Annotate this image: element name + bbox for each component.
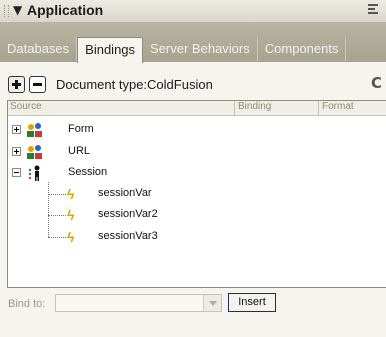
tree-item-label: Form — [68, 123, 94, 135]
expand-toggle-icon[interactable] — [12, 147, 21, 156]
panel-options-menu-icon[interactable] — [368, 4, 380, 16]
column-header-binding[interactable]: Binding — [234, 101, 320, 115]
drag-grip-icon[interactable] — [4, 5, 9, 17]
tree-item-sessionvar[interactable]: ϟ sessionVar — [8, 185, 386, 203]
lightning-icon: ϟ — [67, 229, 75, 245]
column-header-format[interactable]: Format — [318, 101, 386, 115]
bind-footer: Bind to: Insert — [0, 288, 386, 337]
tree-item-label: sessionVar3 — [98, 230, 158, 242]
application-panel: ▼ Application Databases Bindings Server … — [0, 0, 386, 337]
collapse-toggle-icon[interactable] — [12, 168, 21, 177]
lightning-icon: ϟ — [67, 207, 75, 223]
bindings-list[interactable]: Source Binding Format Form URL Session ϟ… — [7, 100, 386, 288]
tree-item-url[interactable]: URL — [8, 143, 386, 161]
refresh-icon[interactable]: C — [371, 74, 382, 92]
tree-item-label: Session — [68, 166, 108, 178]
form-icon — [27, 123, 42, 137]
tab-server-behaviors[interactable]: Server Behaviors — [143, 37, 258, 61]
chevron-down-icon[interactable] — [203, 295, 221, 311]
bind-to-label: Bind to: — [8, 298, 46, 310]
tab-databases[interactable]: Databases — [0, 37, 78, 61]
tree-item-label: sessionVar — [98, 187, 152, 199]
session-icon — [28, 165, 40, 181]
add-binding-button[interactable] — [8, 76, 25, 93]
tree-item-sessionvar2[interactable]: ϟ sessionVar2 — [8, 206, 386, 224]
column-header-source[interactable]: Source — [10, 101, 42, 112]
bind-to-select[interactable] — [55, 294, 222, 312]
tree-item-label: URL — [68, 145, 91, 157]
tab-bar: Databases Bindings Server Behaviors Comp… — [0, 22, 386, 63]
panel-title-bar[interactable]: ▼ Application — [0, 0, 386, 23]
url-icon — [27, 145, 42, 159]
panel-title: Application — [27, 2, 104, 18]
tree-item-form[interactable]: Form — [8, 121, 386, 139]
tab-bindings[interactable]: Bindings — [77, 37, 144, 63]
tree-item-sessionvar3[interactable]: ϟ sessionVar3 — [8, 228, 386, 246]
bindings-toolbar: Document type:ColdFusion C — [0, 62, 386, 100]
collapse-triangle-icon[interactable]: ▼ — [13, 3, 22, 17]
remove-binding-button[interactable] — [29, 76, 46, 93]
insert-button[interactable]: Insert — [228, 293, 276, 312]
tree-item-session[interactable]: Session — [8, 164, 386, 182]
tree-item-label: sessionVar2 — [98, 208, 158, 220]
lightning-icon: ϟ — [67, 186, 75, 202]
document-type-label: Document type:ColdFusion — [56, 77, 213, 92]
list-header: Source Binding Format — [8, 101, 386, 116]
tab-components[interactable]: Components — [258, 37, 347, 61]
expand-toggle-icon[interactable] — [12, 125, 21, 134]
